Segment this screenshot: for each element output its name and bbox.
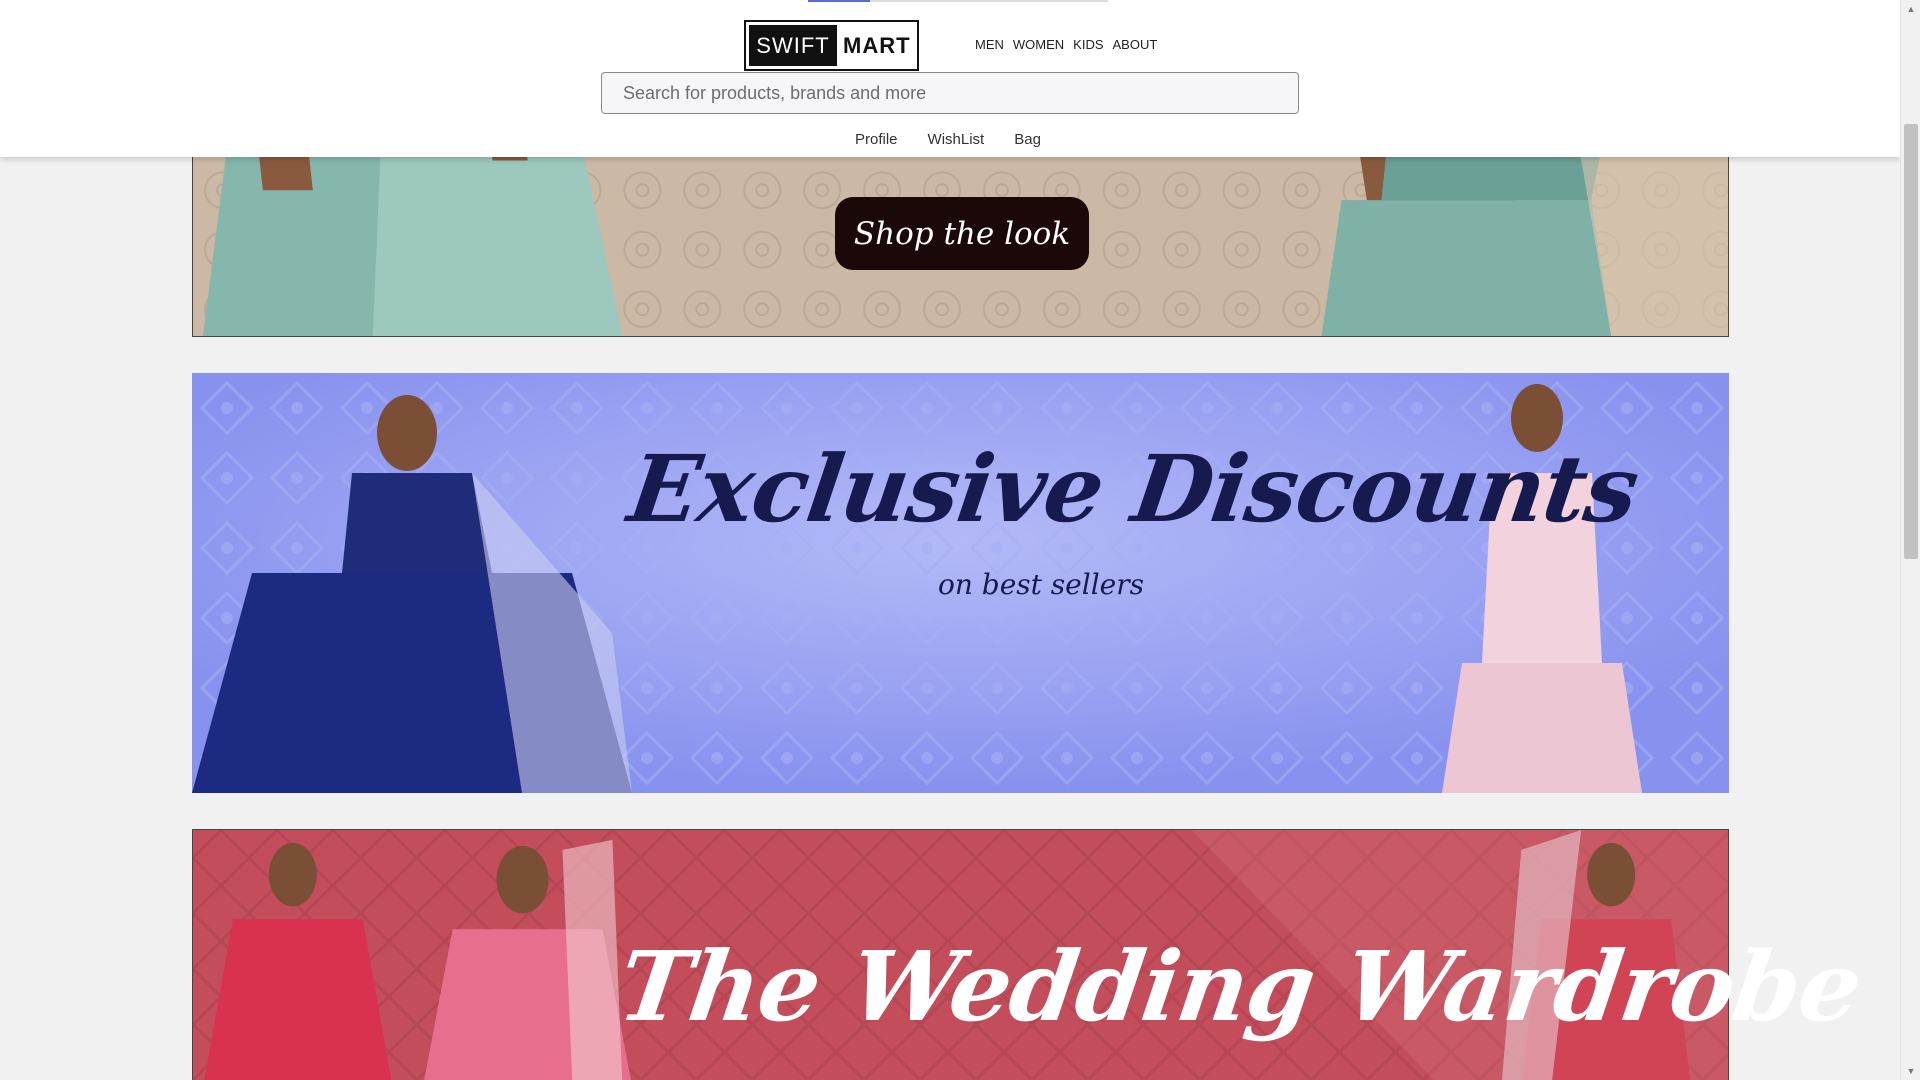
wedding-wardrobe-headline: The Wedding Wardrobe xyxy=(612,930,1868,1043)
wishlist-link[interactable]: WishList xyxy=(928,131,985,148)
account-nav: Profile WishList Bag xyxy=(855,131,1071,148)
page-scrollbar[interactable]: ▲ ▼ xyxy=(1900,0,1920,1080)
shop-the-look-button[interactable]: Shop the look xyxy=(835,197,1089,270)
bag-link[interactable]: Bag xyxy=(1014,131,1041,148)
profile-link[interactable]: Profile xyxy=(855,131,898,148)
swift-mart-logo[interactable]: SWIFT MART xyxy=(744,20,919,71)
page-content: Shop the look Exclusive Discounts on bes… xyxy=(0,0,1900,1080)
exclusive-discounts-subheadline: on best sellers xyxy=(938,568,1144,601)
site-header: SWIFT MART MEN WOMEN KIDS ABOUT Profile … xyxy=(0,0,1900,157)
nav-men[interactable]: MEN xyxy=(975,37,1004,52)
search-input[interactable] xyxy=(601,72,1299,114)
nav-women[interactable]: WOMEN xyxy=(1013,37,1064,52)
chevron-up-icon[interactable]: ▲ xyxy=(1901,0,1920,18)
logo-mart-text: MART xyxy=(843,32,911,58)
nav-about[interactable]: ABOUT xyxy=(1113,37,1158,52)
logo-swift-text: SWIFT xyxy=(749,25,837,66)
nav-kids[interactable]: KIDS xyxy=(1073,37,1103,52)
exclusive-discounts-headline: Exclusive Discounts xyxy=(622,435,1645,543)
main-nav: MEN WOMEN KIDS ABOUT xyxy=(975,37,1166,52)
scrollbar-thumb[interactable] xyxy=(1904,124,1918,559)
carousel-indicator-active[interactable] xyxy=(808,0,870,2)
chevron-down-icon[interactable]: ▼ xyxy=(1901,1062,1920,1080)
